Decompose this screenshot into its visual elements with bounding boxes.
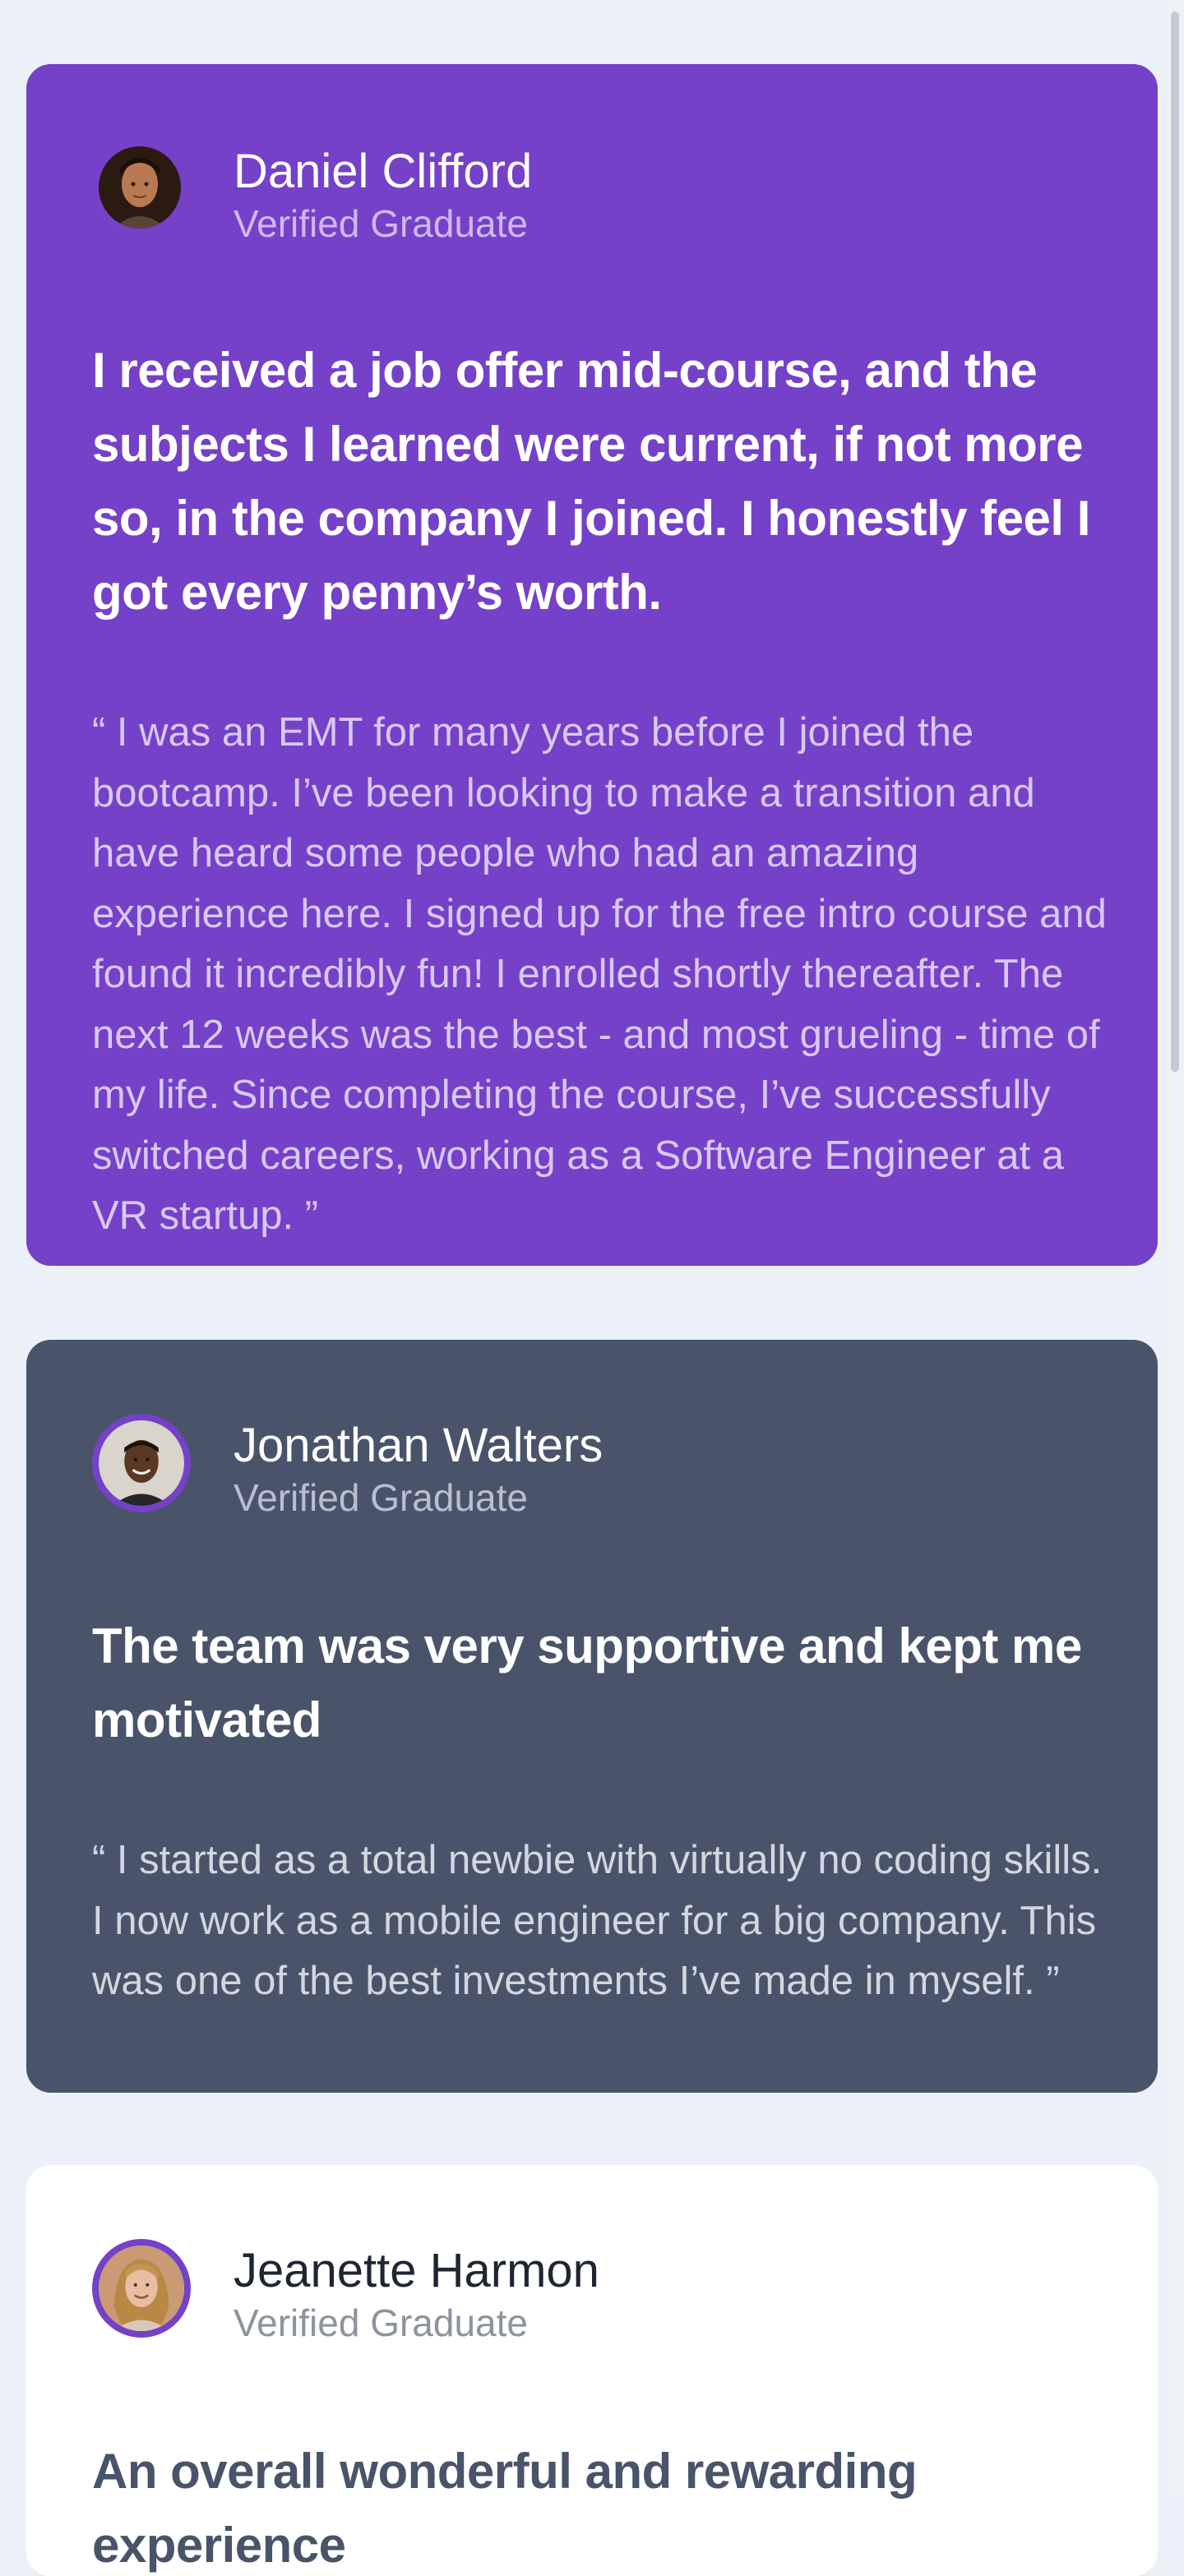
testimonial-headline: I received a job offer mid-course, and t… <box>92 342 1090 620</box>
testimonial-card-daniel: Daniel Clifford Verified Graduate I rece… <box>26 64 1158 1266</box>
author-role: Verified Graduate <box>234 202 529 245</box>
jonathan-avatar <box>92 1414 191 1512</box>
author-role: Verified Graduate <box>234 1476 529 1519</box>
author-block: Jonathan Walters Verified Graduate <box>92 1414 997 1521</box>
testimonial-quote: “ I started as a total newbie with virtu… <box>92 1838 1103 2003</box>
author-block: Jeanette Harmon Verified Graduate <box>92 2239 997 2346</box>
page-scrollbar[interactable] <box>1164 0 1184 2499</box>
testimonial-card-jonathan: Jonathan Walters Verified Graduate The t… <box>26 1340 1158 2093</box>
author-name: Daniel Clifford <box>234 145 533 198</box>
scrollbar-thumb[interactable] <box>1171 12 1179 1072</box>
testimonial-card-jeanette: Jeanette Harmon Verified Graduate An ove… <box>26 2165 1158 2576</box>
jeanette-avatar <box>92 2239 191 2338</box>
author-name: Jeanette Harmon <box>234 2244 599 2297</box>
author-name: Jonathan Walters <box>234 1419 604 1472</box>
testimonial-headline: An overall wonderful and rewarding exper… <box>92 2443 918 2573</box>
author-block: Daniel Clifford Verified Graduate <box>92 140 997 247</box>
testimonial-quote: “ I was an EMT for many years before I j… <box>92 710 1107 1238</box>
testimonial-headline: The team was very supportive and kept me… <box>92 1618 1082 1747</box>
daniel-avatar <box>99 146 181 229</box>
testimonials-page: Daniel Clifford Verified Graduate I rece… <box>0 0 1184 2576</box>
author-role: Verified Graduate <box>234 2301 529 2344</box>
